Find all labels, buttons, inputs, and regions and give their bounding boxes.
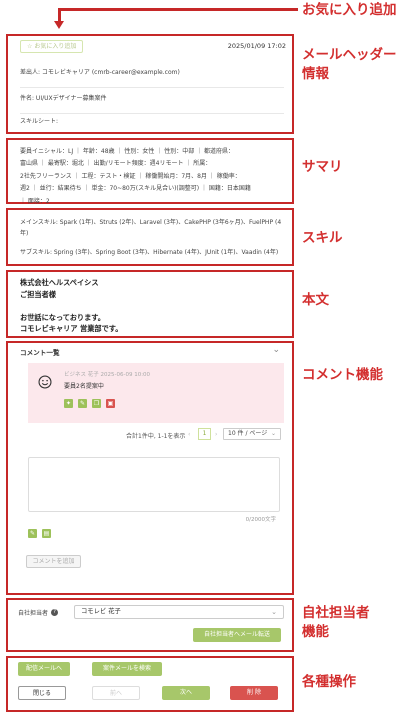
summary-panel: 要員イニシャル：LJ ｜ 年齢：48歳 ｜ 性別：女性 ｜ 性別：中部 ｜ 都道… (6, 138, 294, 205)
comment-panel: コメント一覧 ⌄ ビジネス 花子 2025-06-09 10:00 要員2名提案… (6, 341, 294, 595)
prev-button[interactable]: 前へ (92, 686, 140, 700)
body-line: コモレビキャリア 営業部です。 (20, 324, 123, 333)
body-line: 株式会社ヘルスペイシス (20, 278, 99, 287)
subject-row: 件名: UI/UXデザイナー募集案件 (20, 88, 284, 114)
add-favorite-label: お気に入り追加 (34, 43, 77, 50)
skills-panel: メインスキル: Spark (1年)、Struts (2年)、Laravel (… (6, 208, 294, 266)
summary-line: 週2 ｜ 並行：結果待ち ｜ 単金：70~80万(スキル見合い)(調整可) ｜ … (20, 185, 251, 193)
delete-button[interactable]: 削 除 (230, 686, 278, 700)
search-job-mail-button[interactable]: 案件メールを検索 (92, 662, 162, 676)
callout-comment: コメント機能 (302, 367, 383, 383)
per-page-select[interactable]: 10 件 / ページ ⌄ (223, 428, 281, 440)
comment-item: ビジネス 花子 2025-06-09 10:00 要員2名提案中 ✦ ✎ ❐ ▣ (28, 363, 284, 423)
callout-summary: サマリ (302, 159, 343, 175)
assignee-value: コモレビ 花子 (81, 608, 121, 615)
chevron-down-icon: ⌄ (270, 430, 276, 437)
body-panel: 株式会社ヘルスペイシス ご担当者様 お世話になっております。コモレビキャリア 営業… (6, 270, 294, 338)
callout-body: 本文 (302, 292, 329, 308)
chevron-down-icon: ⌄ (271, 608, 277, 616)
star-icon: ☆ (27, 43, 33, 50)
close-button[interactable]: 閉じる (18, 686, 66, 700)
summary-line: 富山県 ｜ 最寄駅：堀北 ｜ 出勤/リモート頻度：週4リモート ｜ 所属： (20, 160, 212, 168)
chevron-down-icon[interactable]: ⌄ (272, 345, 280, 355)
skillsheet-text: スキルシート: (20, 118, 59, 125)
comment-meta: ビジネス 花子 2025-06-09 10:00 (64, 372, 151, 378)
summary-line: 2社先フリーランス ｜ 工程：テスト・検証 ｜ 稼働開始月：7月、8月 ｜ 稼働… (20, 172, 241, 180)
assignee-label-group: 自社担当者 ? (18, 608, 59, 617)
transfer-to-assignee-button[interactable]: 自社担当者へメール転送 (193, 628, 281, 642)
skillsheet-row: スキルシート: (20, 114, 284, 134)
sender-row: 差出人: コモレビキャリア (cmrb-career@example.com) (20, 62, 284, 88)
pager-summary: 合計1件中, 1-1を表示 (126, 433, 186, 440)
summary-line: 要員イニシャル：LJ ｜ 年齢：48歳 ｜ 性別：女性 ｜ 性別：中部 ｜ 都道… (20, 148, 235, 155)
callout-skill: スキル (302, 230, 343, 246)
add-comment-button[interactable]: コメントを追加 (26, 555, 81, 568)
callout-mail-header: メールヘッダー 情報 (302, 47, 397, 82)
summary-line: ｜ 面接：2 (20, 197, 50, 205)
summary-text: 要員イニシャル：LJ ｜ 年齢：48歳 ｜ 性別：女性 ｜ 性別：中部 ｜ 都道… (8, 140, 292, 208)
forward-mail-button[interactable]: 配信メールへ (18, 662, 70, 676)
operations-panel: 配信メールへ 案件メールを検索 閉じる 前へ 次へ 削 除 (6, 656, 294, 712)
callout-operations: 各種操作 (302, 674, 356, 690)
sender-text: 差出人: コモレビキャリア (cmrb-career@example.com) (20, 69, 180, 76)
edit-icon[interactable]: ✎ (78, 399, 87, 408)
sub-skills: サブスキル: Spring (3年)、Spring Boot (3年)、Hibe… (20, 249, 279, 256)
assignee-label: 自社担当者 (18, 610, 49, 617)
assignee-select[interactable]: コモレビ 花子 ⌄ (74, 605, 284, 619)
body-line: ご担当者様 (20, 289, 56, 299)
char-counter: 0/2000文字 (245, 517, 276, 523)
body-text: 株式会社ヘルスペイシス ご担当者様 お世話になっております。コモレビキャリア 営業… (8, 272, 292, 340)
avatar-smile-icon (38, 375, 52, 389)
favorite-arrow-line (58, 8, 298, 11)
comment-list-title: コメント一覧 (20, 349, 60, 357)
main-skills: メインスキル: Spark (1年)、Struts (2年)、Laravel (… (20, 219, 282, 237)
favorite-arrow-stem (58, 8, 61, 22)
body-line: お世話になっております。 (20, 312, 105, 322)
help-icon[interactable]: ? (51, 609, 59, 616)
favorite-arrow-head (54, 21, 64, 29)
body-line (20, 300, 280, 312)
add-favorite-button[interactable]: ☆ お気に入り追加 (20, 40, 84, 53)
prev-page-icon[interactable]: ‹ (188, 431, 190, 438)
next-page-icon[interactable]: › (215, 431, 217, 438)
comment-input[interactable] (28, 457, 280, 512)
comment-text: 要員2名提案中 (64, 383, 104, 390)
current-page[interactable]: 1 (198, 428, 211, 440)
trash-icon[interactable]: ▣ (106, 399, 115, 408)
assignee-panel: 自社担当者 ? コモレビ 花子 ⌄ 自社担当者へメール転送 (6, 598, 294, 652)
pin-icon[interactable]: ✦ (64, 399, 73, 408)
subject-text: 件名: UI/UXデザイナー募集案件 (20, 95, 107, 102)
callout-assignee: 自社担当者 機能 (302, 605, 370, 640)
per-page-value: 10 件 / ページ (228, 430, 268, 437)
next-button[interactable]: 次へ (162, 686, 210, 700)
copy-icon[interactable]: ❐ (92, 399, 101, 408)
received-date: 2025/01/09 17:02 (227, 42, 286, 50)
format-edit-icon[interactable]: ✎ (28, 529, 37, 538)
callout-favorite: お気に入り追加 (302, 2, 397, 18)
mail-header-panel: ☆ お気に入り追加 2025/01/09 17:02 差出人: コモレビキャリア… (6, 34, 294, 134)
attach-icon[interactable]: ▤ (42, 529, 51, 538)
